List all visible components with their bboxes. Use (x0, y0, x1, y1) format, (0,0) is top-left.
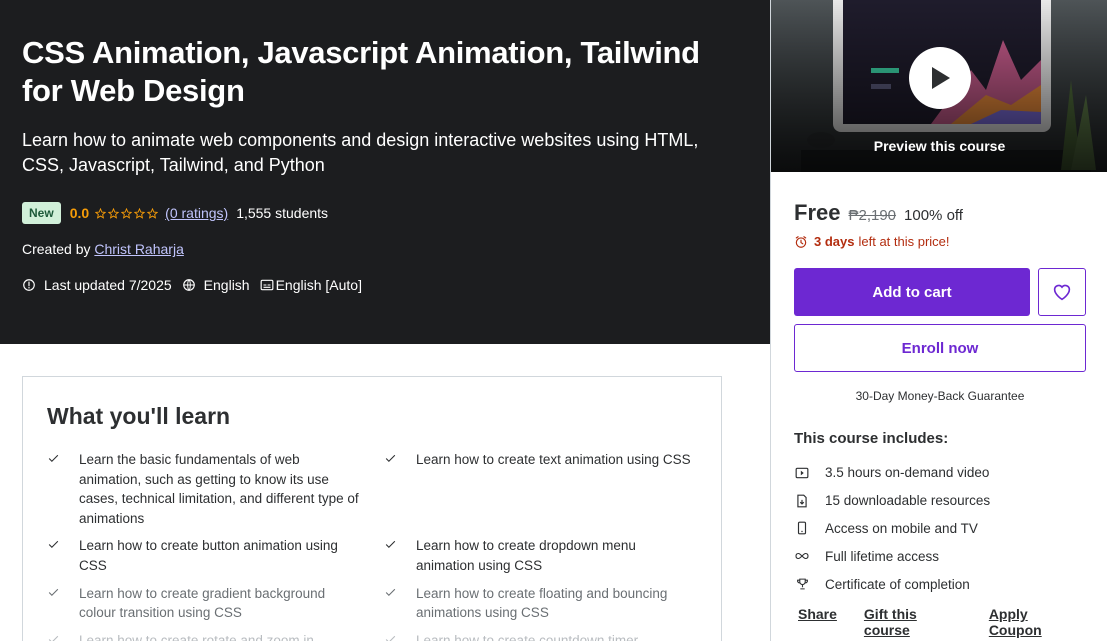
star-icon (95, 207, 107, 219)
include-text: Certificate of completion (825, 576, 970, 592)
check-icon (48, 588, 59, 596)
last-updated: Last updated 7/2025 (22, 277, 172, 293)
check-icon (48, 454, 59, 462)
new-badge: New (22, 202, 61, 224)
star-icon (108, 207, 120, 219)
list-item: Access on mobile and TV (794, 515, 990, 543)
purchase-card: Preview this course Free ₱2,190 100% off… (770, 0, 1107, 641)
list-item: Learn how to create gradient background … (47, 584, 384, 623)
check-icon (385, 588, 396, 596)
apply-coupon-link[interactable]: Apply Coupon (989, 606, 1080, 638)
course-preview[interactable]: Preview this course (771, 0, 1107, 172)
course-subtitle: Learn how to animate web components and … (22, 130, 699, 175)
check-icon (48, 541, 59, 549)
course-title: CSS Animation, Javascript Animation, Tai… (22, 35, 700, 108)
discount-percent: 100% off (904, 207, 963, 224)
current-price: Free (794, 200, 841, 225)
learn-item-text: Learn how to create dropdown menu animat… (416, 538, 636, 573)
timer-text: left at this price! (858, 234, 950, 249)
play-icon (932, 67, 950, 89)
original-price: ₱2,190 (848, 207, 897, 224)
star-icon (121, 207, 133, 219)
course-hero: CSS Animation, Javascript Animation, Tai… (0, 0, 770, 344)
learn-item-text: Learn how to create countdown timer (416, 632, 639, 641)
list-item: Learn how to create button animation usi… (47, 536, 384, 575)
gift-course-link[interactable]: Gift this course (864, 606, 962, 638)
captions-text: English [Auto] (275, 277, 362, 293)
share-link[interactable]: Share (798, 606, 837, 638)
alert-clock-icon (23, 279, 35, 291)
card-links: Share Gift this course Apply Coupon (798, 606, 1107, 638)
wishlist-button[interactable] (1038, 268, 1086, 316)
created-by-label: Created by (22, 241, 91, 257)
list-item: 3.5 hours on-demand video (794, 459, 990, 487)
learn-item-text: Learn the basic fundamentals of web anim… (79, 452, 359, 526)
play-button[interactable] (909, 47, 971, 109)
learn-item-text: Learn how to create rotate and zoom in (79, 632, 314, 641)
mobile-icon (797, 522, 807, 535)
ratings-link[interactable]: (0 ratings) (165, 205, 228, 221)
heart-icon (1053, 284, 1071, 301)
include-text: 15 downloadable resources (825, 493, 991, 509)
video-icon (795, 467, 809, 479)
learn-title: What you'll learn (47, 403, 231, 429)
learn-item-text: Learn how to create button animation usi… (79, 538, 338, 573)
last-updated-text: Last updated 7/2025 (44, 277, 172, 293)
students-count: 1,555 students (236, 205, 329, 221)
list-item: 15 downloadable resources (794, 487, 990, 515)
rating-row: New 0.0 (0 ratings) 1,555 students (22, 202, 328, 224)
captions-icon (260, 279, 274, 291)
preview-label: Preview this course (873, 138, 1006, 154)
list-item: Certificate of completion (794, 570, 990, 598)
check-icon (385, 541, 396, 549)
list-item: Learn how to create text animation using… (384, 450, 707, 528)
check-icon (385, 635, 396, 641)
check-icon (385, 454, 396, 462)
list-item: Learn how to create floating and bouncin… (384, 584, 707, 623)
file-download-icon (797, 494, 807, 508)
deal-timer: 3 days left at this price! (794, 234, 950, 249)
star-icon (147, 207, 159, 219)
learn-item-text: Learn how to create floating and bouncin… (416, 585, 668, 621)
check-icon (48, 635, 59, 641)
list-item: Full lifetime access (794, 542, 990, 570)
course-meta: Last updated 7/2025 English English [Aut… (22, 277, 372, 293)
learn-item-text: Learn how to create gradient background … (79, 585, 326, 621)
what-youll-learn-box: What you'll learn Learn the basic fundam… (22, 376, 722, 641)
alarm-clock-icon (795, 235, 807, 248)
star-icon (134, 207, 146, 219)
timer-days: 3 days (814, 234, 855, 249)
rating-value: 0.0 (69, 205, 90, 221)
list-item: Learn how to create countdown timer (384, 631, 707, 641)
learn-list: Learn the basic fundamentals of web anim… (47, 450, 707, 641)
include-text: Full lifetime access (825, 548, 940, 564)
includes-list: 3.5 hours on-demand video 15 downloadabl… (794, 459, 990, 598)
include-text: 3.5 hours on-demand video (825, 465, 990, 481)
captions: English [Auto] (260, 277, 362, 293)
enroll-now-button[interactable]: Enroll now (794, 324, 1086, 372)
rating-stars (95, 207, 160, 219)
add-to-cart-button[interactable]: Add to cart (794, 268, 1030, 316)
money-back-guarantee: 30-Day Money-Back Guarantee (855, 389, 1025, 403)
list-item: Learn the basic fundamentals of web anim… (47, 450, 384, 528)
include-text: Access on mobile and TV (825, 520, 978, 536)
price-row: Free ₱2,190 100% off (794, 200, 963, 226)
list-item: Learn how to create dropdown menu animat… (384, 536, 707, 575)
created-by: Created by Christ Raharja (22, 241, 184, 257)
includes-title: This course includes: (794, 430, 949, 447)
language: English (182, 277, 250, 293)
language-text: English (203, 277, 250, 293)
author-link[interactable]: Christ Raharja (94, 241, 183, 257)
learn-item-text: Learn how to create text animation using… (416, 452, 691, 467)
trophy-icon (796, 578, 808, 590)
globe-icon (182, 279, 195, 291)
list-item: Learn how to create rotate and zoom in (47, 631, 384, 641)
infinity-icon (795, 553, 809, 560)
